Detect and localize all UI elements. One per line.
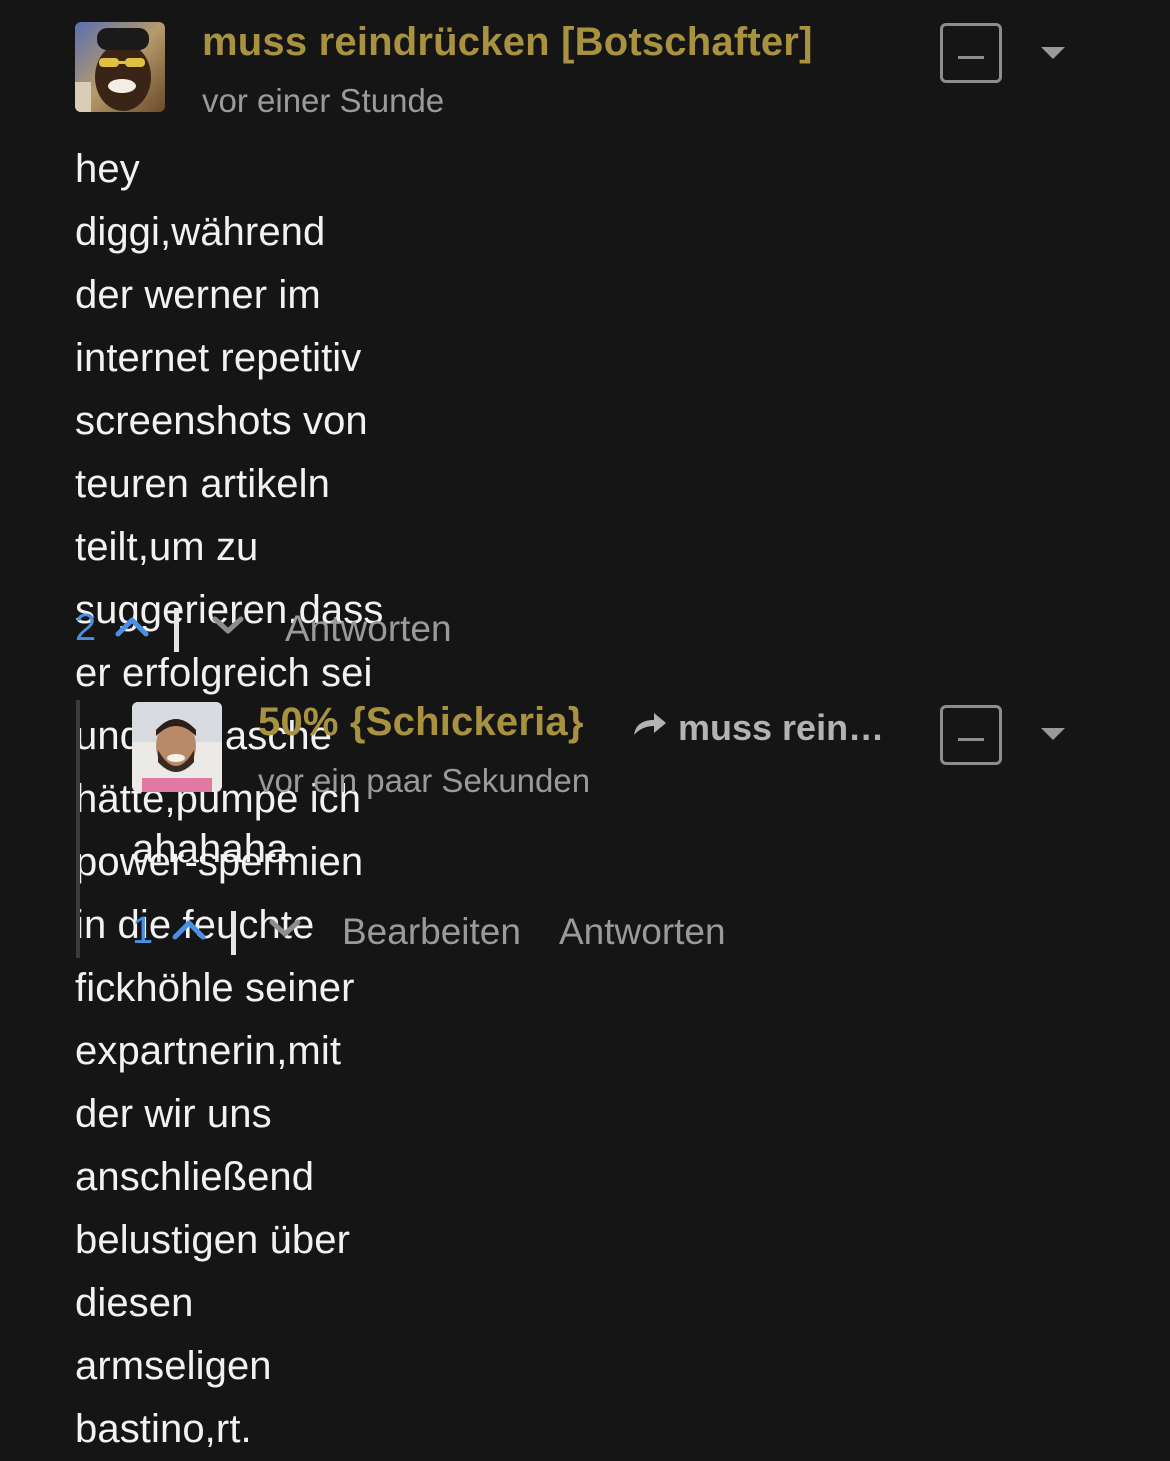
comment-line: fickhöhle seiner expartnerin,mit der wir… [75, 966, 355, 1136]
collapse-icon [958, 738, 984, 741]
avatar-image [132, 702, 222, 792]
edit-button[interactable]: Bearbeiten [342, 911, 521, 953]
vote-count: 2 [75, 607, 97, 649]
comment-line: hey diggi,während der werner im internet… [75, 147, 362, 380]
thread-line [76, 700, 80, 958]
author-name[interactable]: muss reindrücken [Botschafter] [202, 20, 813, 65]
timestamp: vor ein paar Sekunden [258, 762, 591, 799]
collapse-button[interactable] [940, 705, 1002, 765]
collapse-icon [958, 56, 984, 59]
vote-separator [231, 911, 236, 955]
comment-line: bastino,rt. [75, 1407, 252, 1451]
timestamp: vor einer Stunde [202, 82, 445, 119]
caret-down-icon[interactable] [1041, 728, 1065, 740]
reply-button[interactable]: Antworten [559, 911, 726, 953]
chevron-up-icon[interactable] [115, 615, 149, 637]
chevron-up-icon[interactable] [172, 918, 206, 940]
author-name[interactable]: 50% {Schickeria} [258, 700, 584, 745]
chevron-down-icon[interactable] [268, 917, 302, 939]
share-arrow-icon [634, 713, 666, 735]
comment-line: anschließend belustigen über diesen arms… [75, 1155, 351, 1388]
collapse-button[interactable] [940, 23, 1002, 83]
chevron-down-icon[interactable] [211, 614, 245, 636]
vote-count: 1 [132, 910, 154, 952]
avatar-image [75, 22, 165, 112]
comment-line: ahahaha [132, 827, 289, 871]
avatar[interactable] [132, 702, 222, 792]
comment-line: screenshots von teuren artikeln teilt,um… [75, 399, 368, 569]
vote-separator [174, 608, 179, 652]
caret-down-icon[interactable] [1041, 47, 1065, 59]
reply-to-user[interactable]: muss rein… [678, 707, 884, 749]
reply-button[interactable]: Antworten [285, 608, 452, 650]
comment-body: ahahaha [132, 818, 288, 881]
avatar[interactable] [75, 22, 165, 112]
